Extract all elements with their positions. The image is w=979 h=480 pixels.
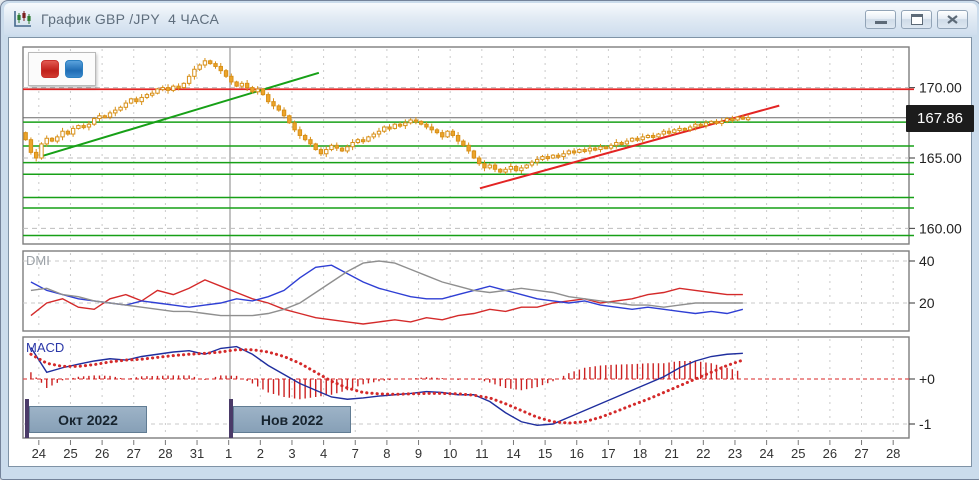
x-axis-date-label: 31	[190, 446, 204, 461]
current-price-label: 167.86	[906, 105, 974, 132]
x-axis-date-label: 16	[570, 446, 584, 461]
svg-text:165.00: 165.00	[919, 150, 962, 166]
x-axis-date-label: 7	[352, 446, 359, 461]
x-axis-date-label: 15	[538, 446, 552, 461]
x-axis-date-label: 21	[664, 446, 678, 461]
x-axis-date-label: 1	[225, 446, 232, 461]
axis-labels: 170.00165.00160.004020+0-124 25 26 27 28 31 1 2…	[32, 80, 962, 461]
x-axis-date-label: 2	[257, 446, 264, 461]
x-axis-date-label: 28	[886, 446, 900, 461]
x-axis-date-label: 25	[791, 446, 805, 461]
blue-marker-button[interactable]	[65, 60, 83, 78]
x-axis-date-label: 18	[633, 446, 647, 461]
dmi-lines	[23, 260, 909, 325]
x-axis-date-label: 14	[506, 446, 520, 461]
x-axis-date-label: 11	[475, 446, 489, 461]
dmi-pane-label: DMI	[26, 253, 50, 268]
svg-text:170.00: 170.00	[919, 80, 962, 96]
x-axis-date-label: 23	[728, 446, 742, 461]
candlesticks	[23, 57, 751, 175]
svg-text:160.00: 160.00	[919, 220, 962, 236]
month-label-oct: Окт 2022	[29, 406, 147, 433]
svg-text:20: 20	[919, 295, 935, 311]
svg-text:-1: -1	[919, 416, 932, 432]
x-axis-date-label: 24	[759, 446, 773, 461]
x-axis-date-label: 4	[320, 446, 327, 461]
macd-plot	[23, 345, 909, 427]
svg-text:40: 40	[919, 253, 935, 269]
month-label-nov: Нов 2022	[233, 406, 351, 433]
chart-window: График GBP /JPY 4 ЧАСА 170.00 165.00 160.0…	[0, 0, 979, 480]
macd-pane-label: MACD	[26, 340, 65, 355]
x-axis-date-label: 10	[443, 446, 457, 461]
red-marker-button[interactable]	[41, 60, 59, 78]
x-axis-date-label: 9	[415, 446, 422, 461]
drawing-toolbar	[28, 52, 96, 86]
x-axis-date-label: 3	[288, 446, 295, 461]
x-axis-date-label: 27	[127, 446, 141, 461]
x-axis-date-label: 26	[95, 446, 109, 461]
x-axis-date-label: 26	[823, 446, 837, 461]
x-axis-date-label: 24	[32, 446, 46, 461]
x-axis-date-label: 28	[158, 446, 172, 461]
svg-text:+0: +0	[919, 371, 935, 387]
chart-canvas[interactable]: 170.00165.00160.004020+0-124 25 26 27 28 31 1 2…	[1, 1, 979, 479]
x-axis-date-label: 22	[696, 446, 710, 461]
x-axis-date-label: 8	[383, 446, 390, 461]
x-axis-date-label: 17	[601, 446, 615, 461]
x-axis-date-label: 27	[854, 446, 868, 461]
x-axis-date-label: 25	[63, 446, 77, 461]
support-resistance-lines	[23, 88, 914, 237]
